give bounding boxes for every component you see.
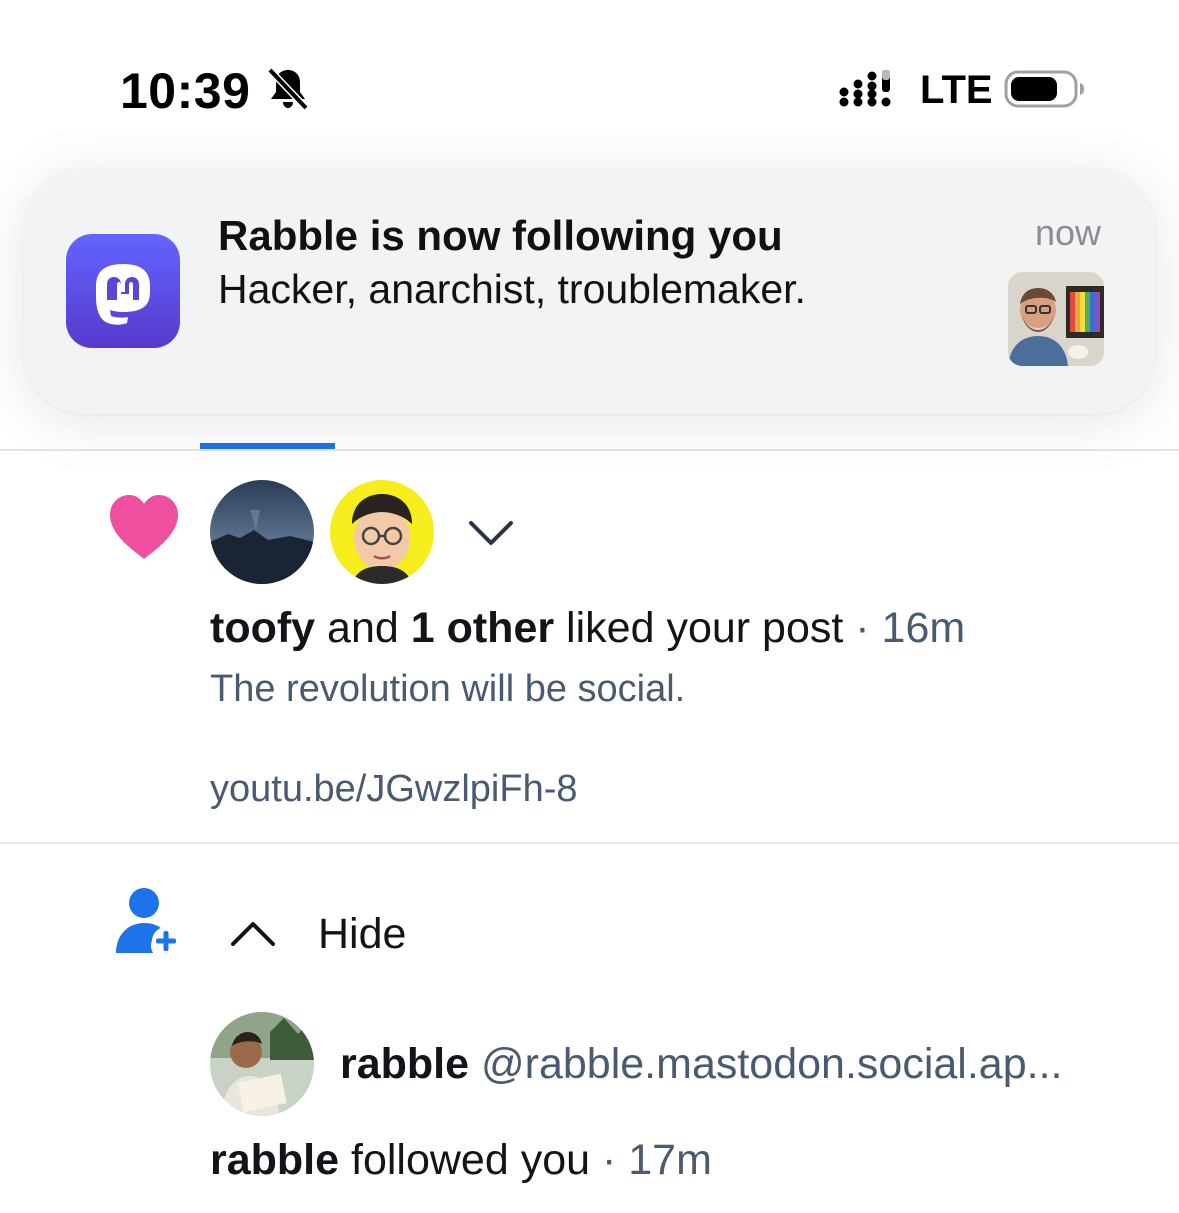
status-bar: 10:39 LTE <box>0 0 1179 150</box>
heart-icon <box>110 495 178 559</box>
account-name[interactable]: rabble <box>340 1040 469 1088</box>
notification-banner[interactable]: Rabble is now following you Hacker, anar… <box>24 168 1155 414</box>
sender-avatar <box>1008 272 1104 366</box>
account-handle[interactable]: @rabble.mastodon.social.ap... <box>481 1040 1062 1088</box>
bell-slash-icon <box>267 67 309 111</box>
account-info[interactable]: rabble @rabble.mastodon.social.ap... <box>340 1040 1062 1089</box>
follow-summary: rabble followed you · 17m <box>210 1136 712 1184</box>
battery-icon <box>1004 70 1084 108</box>
person-add-icon <box>116 888 180 955</box>
avatar[interactable] <box>210 1012 314 1116</box>
post-preview[interactable]: The revolution will be social. <box>210 668 685 711</box>
avatar[interactable] <box>330 480 434 584</box>
mastodon-icon <box>66 234 180 348</box>
chevron-down-icon[interactable] <box>465 515 517 551</box>
others-count[interactable]: 1 other <box>411 604 554 652</box>
notification-body: Hacker, anarchist, troublemaker. <box>218 266 806 312</box>
tab-divider <box>0 449 1179 451</box>
actor-name[interactable]: rabble <box>210 1136 339 1184</box>
notification-title: Rabble is now following you <box>218 212 783 259</box>
post-link[interactable]: youtu.be/JGwzlpiFh-8 <box>210 768 578 811</box>
signal-icon <box>839 70 891 107</box>
like-summary: toofy and 1 other liked your post · 16m <box>210 604 966 652</box>
actor-name[interactable]: toofy <box>210 604 315 652</box>
row-divider <box>0 842 1179 844</box>
avatar[interactable] <box>210 480 314 584</box>
hide-toggle[interactable]: Hide <box>318 910 406 959</box>
notification-time: now <box>1034 212 1101 253</box>
network-label: LTE <box>920 68 993 112</box>
notification-time: · 17m <box>590 1136 712 1184</box>
chevron-up-icon[interactable] <box>228 916 278 950</box>
notification-time: · 16m <box>843 604 966 652</box>
status-time: 10:39 <box>120 63 251 119</box>
